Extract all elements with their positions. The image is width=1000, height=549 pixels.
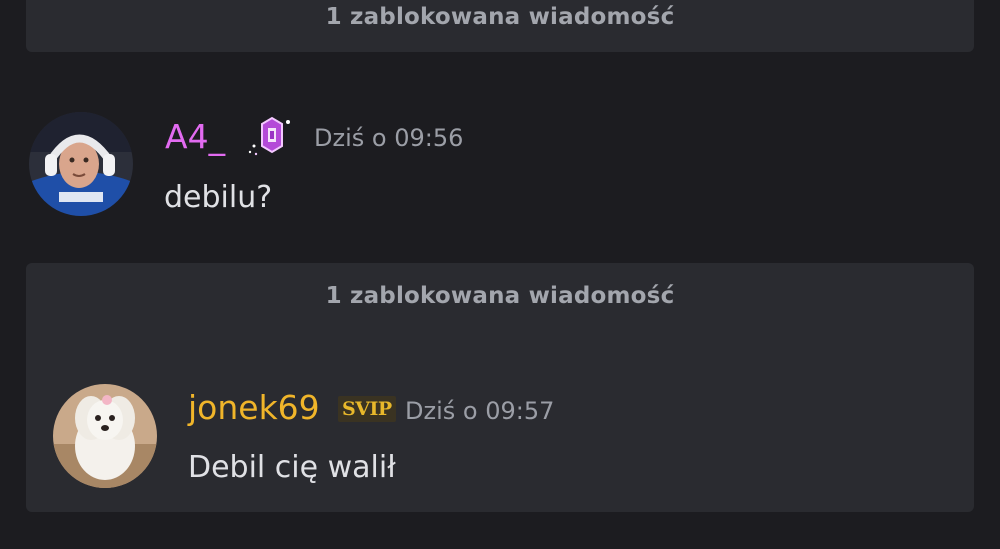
avatar-person-headset-icon	[29, 112, 133, 216]
avatar[interactable]	[29, 112, 133, 216]
chat-view: 1 zablokowana wiadomość A4_ Dziś o 09:56…	[0, 0, 1000, 549]
avatar-white-dog-icon	[53, 384, 157, 488]
nitro-gem-icon[interactable]	[246, 116, 296, 164]
username[interactable]: jonek69	[188, 388, 320, 427]
timestamp: Dziś o 09:57	[405, 397, 555, 425]
blocked-messages-label[interactable]: 1 zablokowana wiadomość	[26, 283, 974, 309]
username[interactable]: A4_	[165, 117, 225, 156]
avatar[interactable]	[53, 384, 157, 488]
timestamp: Dziś o 09:56	[314, 124, 464, 152]
blocked-messages-notice[interactable]: 1 zablokowana wiadomość	[26, 0, 974, 52]
blocked-messages-label: 1 zablokowana wiadomość	[325, 4, 675, 30]
blocked-messages-expanded: 1 zablokowana wiadomość	[26, 263, 974, 512]
message-text: debilu?	[164, 180, 273, 215]
svip-badge[interactable]: SVIP	[338, 396, 396, 422]
message-text: Debil cię walił	[188, 450, 396, 485]
